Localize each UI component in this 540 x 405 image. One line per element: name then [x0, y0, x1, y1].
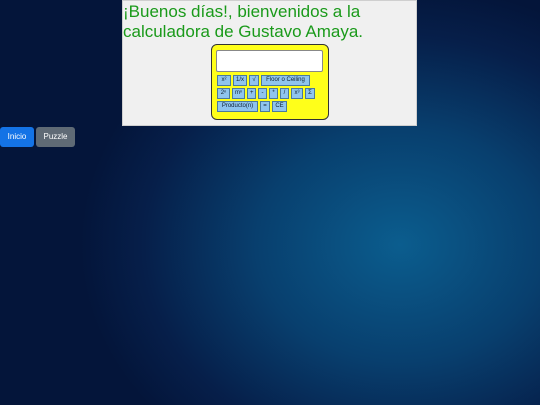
multiply-key[interactable]: *	[269, 88, 278, 99]
content-panel: ¡Buenos días!, bienvenidos a la calculad…	[122, 0, 417, 126]
product-key[interactable]: Producto(n)	[217, 101, 258, 112]
cube-key[interactable]: x³	[291, 88, 303, 99]
divide-key[interactable]: /	[280, 88, 289, 99]
clear-entry-key[interactable]: CE	[272, 101, 287, 112]
calculator-display[interactable]	[216, 50, 323, 72]
greeting-heading: ¡Buenos días!, bienvenidos a la calculad…	[123, 2, 364, 41]
calculator-row-2: 2ⁿ mⁿ + - * / x³ Σ	[217, 88, 315, 99]
calculator-row-3: Producto(n) = CE	[217, 101, 287, 112]
square-key[interactable]: x²	[217, 75, 231, 86]
equals-key[interactable]: =	[260, 101, 270, 112]
power-of-two-key[interactable]: 2ⁿ	[217, 88, 230, 99]
calculator: x² 1/x √ Floor o Ceiling 2ⁿ mⁿ + - * / x…	[211, 44, 329, 120]
subtract-key[interactable]: -	[258, 88, 267, 99]
inicio-button[interactable]: Inicio	[0, 127, 34, 147]
power-key[interactable]: mⁿ	[232, 88, 245, 99]
floor-ceiling-key[interactable]: Floor o Ceiling	[261, 75, 310, 86]
square-root-key[interactable]: √	[249, 75, 259, 86]
summation-key[interactable]: Σ	[305, 88, 315, 99]
reciprocal-key[interactable]: 1/x	[233, 75, 247, 86]
add-key[interactable]: +	[247, 88, 256, 99]
puzzle-button[interactable]: Puzzle	[36, 127, 75, 147]
calculator-row-1: x² 1/x √ Floor o Ceiling	[217, 75, 310, 86]
